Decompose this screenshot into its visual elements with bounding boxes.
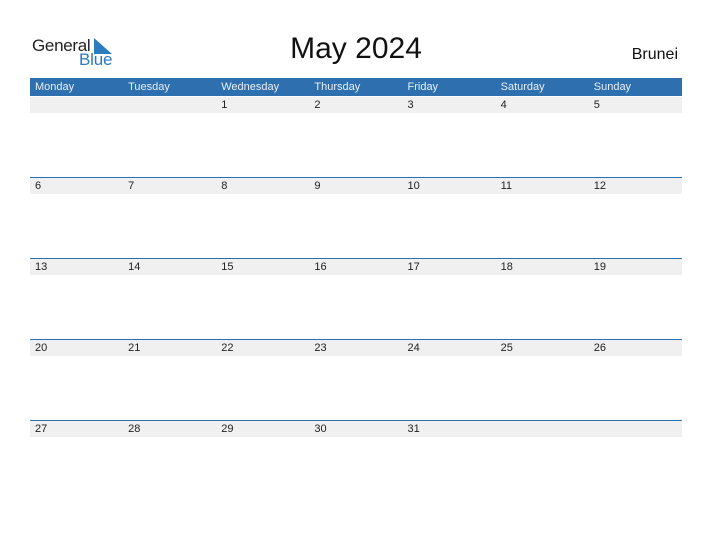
day-cell: 18	[500, 261, 513, 273]
day-cell: 28	[128, 423, 141, 435]
day-cell: 29	[221, 423, 234, 435]
day-cell: 4	[500, 99, 507, 111]
day-cell: 23	[314, 342, 327, 354]
day-cell: 12	[593, 180, 606, 192]
day-cell: 17	[407, 261, 420, 273]
day-cell: 22	[221, 342, 234, 354]
weekday-sunday: Sunday	[593, 81, 632, 93]
day-cell: 24	[407, 342, 420, 354]
weekday-wednesday: Wednesday	[221, 81, 280, 93]
day-cell: 2	[314, 99, 321, 111]
day-cell: 20	[35, 342, 48, 354]
weekday-header: Monday Tuesday Wednesday Thursday Friday…	[30, 78, 682, 96]
week-row: 13 14 15 16 17 18 19	[30, 258, 682, 275]
day-cell: 31	[407, 423, 420, 435]
date-strip: 20 21 22 23 24 25 26	[30, 340, 682, 356]
day-cell: 21	[128, 342, 141, 354]
weekday-thursday: Thursday	[314, 81, 361, 93]
weekday-monday: Monday	[35, 81, 75, 93]
day-cell: 15	[221, 261, 234, 273]
day-cell: 14	[128, 261, 141, 273]
day-cell	[589, 421, 682, 437]
day-cell: 6	[35, 180, 42, 192]
weekday-saturday: Saturday	[500, 81, 545, 93]
week-row: 27 28 29 30 31	[30, 420, 682, 437]
day-cell: 19	[593, 261, 606, 273]
day-cell: 7	[128, 180, 135, 192]
week-row: 20 21 22 23 24 25 26	[30, 339, 682, 356]
day-cell: 3	[407, 99, 414, 111]
day-cell: 25	[500, 342, 513, 354]
day-cell: 9	[314, 180, 321, 192]
day-cell: 10	[407, 180, 420, 192]
day-cell: 27	[35, 423, 48, 435]
date-strip: 1 2 3 4 5	[30, 97, 682, 113]
day-cell: 26	[593, 342, 606, 354]
day-cell: 30	[314, 423, 327, 435]
day-cell	[123, 97, 216, 113]
weekday-friday: Friday	[407, 81, 439, 93]
date-strip: 6 7 8 9 10 11 12	[30, 178, 682, 194]
day-cell: 11	[500, 180, 513, 192]
day-cell: 16	[314, 261, 327, 273]
week-row: 1 2 3 4 5	[30, 96, 682, 113]
weekday-tuesday: Tuesday	[128, 81, 170, 93]
day-cell: 5	[593, 99, 600, 111]
date-strip: 13 14 15 16 17 18 19	[30, 259, 682, 275]
day-cell	[496, 421, 589, 437]
day-cell: 13	[35, 261, 48, 273]
day-cell	[30, 97, 123, 113]
day-cell: 1	[221, 99, 228, 111]
page-title: May 2024	[290, 32, 422, 65]
week-row: 6 7 8 9 10 11 12	[30, 177, 682, 194]
date-strip: 27 28 29 30 31	[30, 421, 682, 437]
country-label: Brunei	[631, 46, 678, 63]
day-cell: 8	[221, 180, 228, 192]
